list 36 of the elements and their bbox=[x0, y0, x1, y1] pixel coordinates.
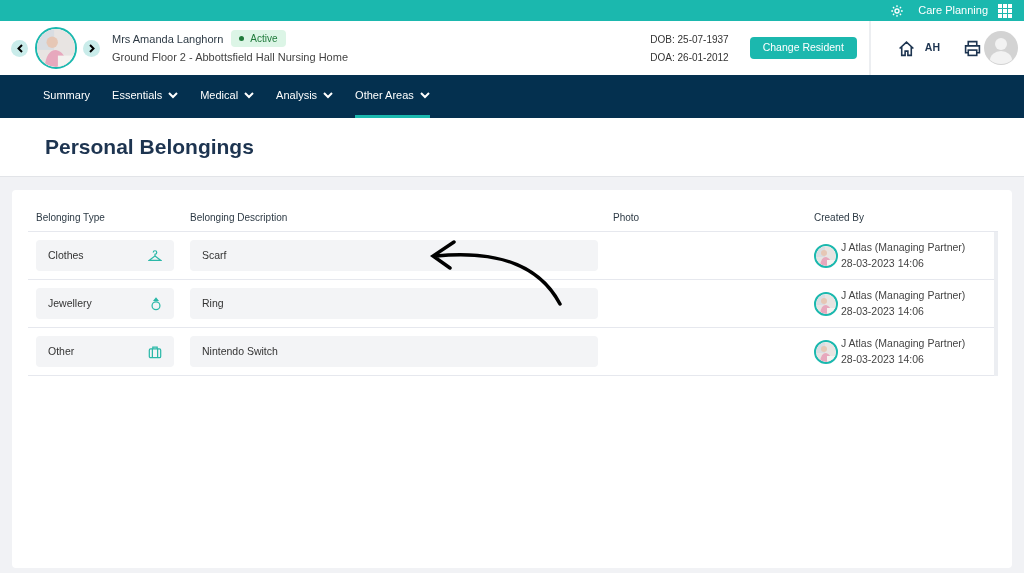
description-field: Ring bbox=[190, 288, 598, 319]
description-field: Nintendo Switch bbox=[190, 336, 598, 367]
chevron-right-icon bbox=[88, 43, 95, 53]
column-header: Created By bbox=[814, 210, 866, 225]
resident-name: Mrs Amanda Langhorn bbox=[112, 31, 224, 47]
chevron-left-icon bbox=[16, 43, 23, 53]
belonging-type-field: Jewellery bbox=[36, 288, 174, 319]
user-initials: AH bbox=[924, 40, 940, 56]
next-button[interactable] bbox=[83, 39, 100, 57]
column-header: Belonging Description bbox=[190, 210, 289, 225]
nav-tab[interactable]: Analysis bbox=[276, 75, 334, 118]
belonging-type-field: Clothes bbox=[36, 240, 174, 271]
page-title: Personal Belongings bbox=[45, 134, 254, 161]
print-icon[interactable] bbox=[964, 39, 981, 57]
creator-name: J Atlas (Managing Partner) bbox=[841, 335, 966, 351]
nav-tab[interactable]: Medical bbox=[200, 75, 255, 118]
date-of-admission: DOA: 26-01-2012 bbox=[650, 50, 729, 65]
home-icon[interactable] bbox=[897, 39, 915, 57]
created-date: 28-03-2023 14:06 bbox=[841, 351, 925, 367]
column-header: Belonging Type bbox=[36, 210, 106, 225]
created-date: 28-03-2023 14:06 bbox=[841, 255, 925, 271]
resident-location: Ground Floor 2 - Abbottsfield Hall Nursing Home bbox=[112, 50, 348, 66]
hanger-icon bbox=[148, 248, 162, 263]
ring-icon bbox=[150, 296, 162, 311]
creator-name: J Atlas (Managing Partner) bbox=[841, 287, 966, 303]
nav-tab[interactable]: Summary bbox=[43, 75, 91, 118]
briefcase-icon bbox=[148, 344, 162, 359]
belonging-type-field: Other bbox=[36, 336, 174, 367]
status-badge: Active bbox=[231, 30, 286, 48]
date-of-birth: DOB: 25-07-1937 bbox=[650, 32, 729, 47]
previous-button[interactable] bbox=[11, 39, 28, 57]
creator-name: J Atlas (Managing Partner) bbox=[841, 239, 966, 255]
created-date: 28-03-2023 14:06 bbox=[841, 303, 925, 319]
description-field: Scarf bbox=[190, 240, 598, 271]
column-header: Photo bbox=[613, 210, 641, 225]
nav-tab[interactable]: Essentials bbox=[112, 75, 179, 118]
